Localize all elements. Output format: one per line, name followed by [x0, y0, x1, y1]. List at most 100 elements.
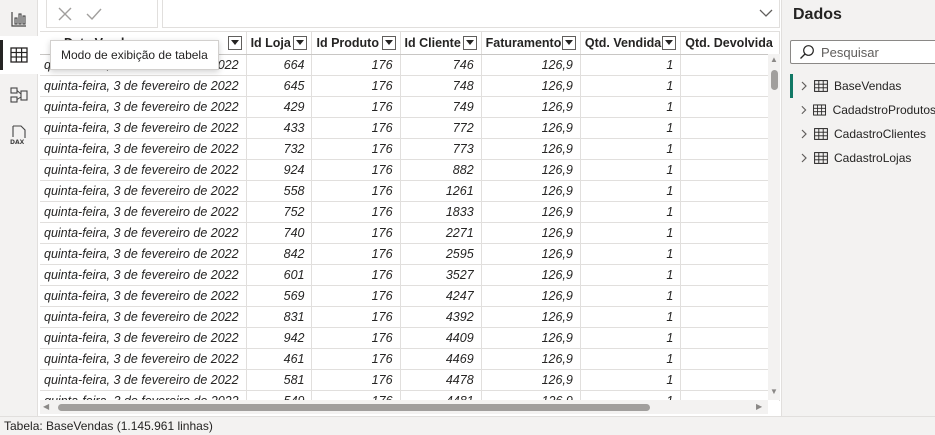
column-header-label: Id Cliente [404, 35, 461, 50]
table-cell: 942 [246, 327, 313, 349]
table-row: quinta-feira, 3 de fevereiro de 2022 433 1… [40, 117, 780, 139]
tree-item-table[interactable]: CadastroClientes [790, 122, 935, 146]
chevron-right-icon[interactable] [800, 129, 808, 139]
column-header[interactable]: Id Loja [246, 32, 313, 55]
table-cell: 1 [580, 222, 682, 244]
column-header[interactable]: Qtd. Vendida [580, 32, 682, 55]
column-header[interactable]: Id Produto [311, 32, 401, 55]
table-cell: 176 [311, 327, 401, 349]
table-cell: 1 [580, 264, 682, 286]
search-icon [800, 45, 814, 59]
filter-dropdown-icon[interactable] [293, 35, 308, 50]
table-row: quinta-feira, 3 de fevereiro de 2022 569 1… [40, 285, 780, 307]
filter-dropdown-icon[interactable] [561, 35, 576, 50]
dax-view-button[interactable]: DAX [0, 116, 38, 154]
scroll-left-icon[interactable]: ◀ [43, 403, 49, 411]
table-cell: 176 [311, 285, 401, 307]
scroll-down-icon[interactable]: ▼ [770, 388, 778, 396]
scroll-up-icon[interactable]: ▲ [770, 56, 778, 64]
table-view-button[interactable] [0, 36, 38, 74]
formula-bar [38, 0, 780, 30]
tree-item-table[interactable]: BaseVendas [790, 74, 935, 98]
table-cell: 1 [580, 243, 682, 265]
chevron-right-icon[interactable] [800, 81, 808, 91]
table-cell: quinta-feira, 3 de fevereiro de 2022 [40, 327, 247, 349]
data-pane: Dados Pesquisar BaseVendas CadadstroProdu… [781, 0, 935, 416]
report-view-button[interactable] [0, 0, 38, 38]
table-cell [680, 222, 780, 244]
cancel-icon[interactable] [57, 6, 73, 22]
table-cell [680, 138, 780, 160]
table-cell: 176 [311, 117, 401, 139]
table-cell: 581 [246, 369, 313, 391]
filter-dropdown-icon[interactable] [381, 35, 396, 50]
tree-item-table[interactable]: CadastroLojas [790, 146, 935, 170]
table-cell: 126,9 [481, 75, 581, 97]
table-cell: 1 [580, 285, 682, 307]
table-cell: quinta-feira, 3 de fevereiro de 2022 [40, 180, 247, 202]
filter-dropdown-icon[interactable] [662, 35, 677, 50]
table-cell: 752 [246, 201, 313, 223]
view-rail: DAX [0, 0, 38, 416]
table-cell: 433 [246, 117, 313, 139]
table-cell: quinta-feira, 3 de fevereiro de 2022 [40, 96, 247, 118]
table-cell: 176 [311, 138, 401, 160]
table-cell: 1 [580, 306, 682, 328]
table-cell: 176 [311, 306, 401, 328]
chevron-right-icon[interactable] [800, 105, 807, 115]
table-cell [680, 327, 780, 349]
table-cell: 126,9 [481, 159, 581, 181]
table-row: quinta-feira, 3 de fevereiro de 2022 558 1… [40, 180, 780, 202]
bar-chart-icon [11, 12, 26, 27]
table-row: quinta-feira, 3 de fevereiro de 2022 601 1… [40, 264, 780, 286]
column-header-label: Qtd. Vendida [584, 35, 662, 50]
tree-item-label: CadadstroProdutos [832, 103, 935, 117]
table-cell: 842 [246, 243, 313, 265]
chevron-down-icon[interactable] [759, 8, 773, 18]
chevron-right-icon[interactable] [800, 153, 808, 163]
formula-actions [46, 0, 158, 28]
formula-input[interactable] [162, 0, 780, 28]
table-row: quinta-feira, 3 de fevereiro de 2022 831 1… [40, 306, 780, 328]
table-cell: 2595 [400, 243, 482, 265]
table-cell [680, 264, 780, 286]
table-cell: 176 [311, 201, 401, 223]
horizontal-scroll-thumb[interactable] [58, 404, 650, 411]
table-cell: 645 [246, 75, 313, 97]
commit-check-icon[interactable] [85, 6, 103, 22]
table-cell: 1261 [400, 180, 482, 202]
vertical-scrollbar[interactable]: ▲ ▼ [768, 54, 780, 400]
filter-dropdown-icon[interactable] [462, 35, 477, 50]
filter-dropdown-icon[interactable] [227, 35, 242, 50]
table-cell: 126,9 [481, 180, 581, 202]
svg-text:DAX: DAX [10, 139, 25, 146]
table-cell: 176 [311, 264, 401, 286]
model-view-button[interactable] [0, 76, 38, 114]
scroll-right-icon[interactable]: ▶ [756, 403, 762, 411]
column-header[interactable]: Id Cliente [400, 32, 482, 55]
column-header-content: Id Produto [316, 35, 396, 50]
vertical-scroll-thumb[interactable] [771, 70, 778, 90]
table-cell: 1 [580, 75, 682, 97]
tree-item-table[interactable]: CadadstroProdutos [790, 98, 935, 122]
table-cell: 1 [580, 138, 682, 160]
table-cell: 1 [580, 117, 682, 139]
search-input[interactable]: Pesquisar [790, 40, 935, 64]
table-cell: quinta-feira, 3 de fevereiro de 2022 [40, 348, 247, 370]
table-cell: 429 [246, 96, 313, 118]
table-cell: 126,9 [481, 96, 581, 118]
table-cell [680, 75, 780, 97]
table-cell: 601 [246, 264, 313, 286]
table-cell: 1 [580, 348, 682, 370]
table-cell: quinta-feira, 3 de fevereiro de 2022 [40, 138, 247, 160]
table-row: quinta-feira, 3 de fevereiro de 2022 732 1… [40, 138, 780, 160]
table-cell: 126,9 [481, 327, 581, 349]
table-cell: 176 [311, 96, 401, 118]
column-header[interactable]: Qtd. Devolvida [680, 32, 780, 55]
table-cell: quinta-feira, 3 de fevereiro de 2022 [40, 369, 247, 391]
table-cell: 176 [311, 348, 401, 370]
column-header[interactable]: Faturamento [481, 32, 581, 55]
column-header-label: Qtd. Devolvida [685, 35, 773, 50]
table-cell [680, 180, 780, 202]
horizontal-scrollbar[interactable]: ◀ ▶ [40, 400, 768, 414]
